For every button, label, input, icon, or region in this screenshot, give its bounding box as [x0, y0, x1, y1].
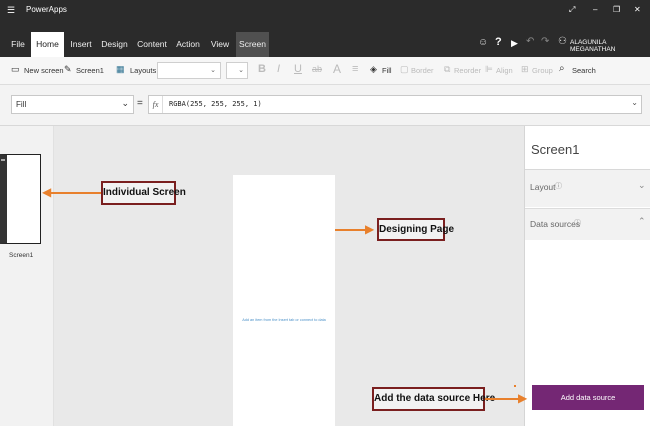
text-align-button[interactable]: ≡ [352, 63, 358, 75]
canvas-placeholder: Add an item from the Insert tab or conne… [242, 318, 326, 322]
arrowhead-left-icon: ◀ [42, 185, 52, 199]
layout-section-header[interactable]: Layout ⓘ ⌄ [525, 170, 650, 207]
redo-icon[interactable]: ↷ [541, 36, 549, 47]
app-title: PowerApps [26, 5, 67, 14]
group-icon: ⊞ [521, 64, 529, 74]
font-size-button[interactable]: A [333, 62, 341, 76]
chevron-down-icon: ⌄ [238, 67, 244, 74]
screens-pane: Screen1 [0, 126, 54, 426]
play-icon[interactable]: ▶ [511, 38, 518, 49]
tab-screen[interactable]: Screen [236, 32, 269, 57]
info-icon: ⓘ [555, 183, 562, 190]
formula-input[interactable]: fx RGBA(255, 255, 255, 1) ⌄ [148, 95, 642, 114]
arrowhead-right-icon: ▶ [365, 222, 375, 236]
annotation-arrow-data [485, 398, 522, 400]
new-screen-button[interactable]: New screen [24, 66, 64, 75]
group-button[interactable]: Group [532, 66, 553, 75]
close-icon[interactable]: ✕ [634, 5, 641, 14]
add-data-source-button[interactable]: Add data source [532, 385, 644, 410]
data-sources-section-header[interactable]: Data sources ⓘ ⌃ [525, 208, 650, 240]
font-size-select[interactable]: ⌄ [226, 62, 248, 79]
properties-title: Screen1 [531, 142, 580, 157]
annotation-arrow-screen [50, 192, 102, 194]
fill-button[interactable]: Fill [382, 66, 392, 75]
layout-label: Layout [530, 182, 556, 192]
title-bar: ☰ PowerApps ⤢ – ❐ ✕ [0, 0, 650, 22]
layouts-icon: ▦ [116, 64, 125, 74]
tab-insert[interactable]: Insert [66, 32, 96, 57]
chevron-down-icon: ⌄ [638, 180, 646, 190]
border-button[interactable]: Border [411, 66, 434, 75]
tab-content[interactable]: Content [134, 32, 170, 57]
data-sources-label: Data sources [530, 219, 581, 229]
strikethrough-button[interactable]: ab [312, 64, 322, 74]
annotation-add-data-source: Add the data source Here [372, 387, 495, 411]
annotation-individual-screen: Individual Screen [101, 181, 186, 205]
tab-design[interactable]: Design [99, 32, 130, 57]
arrowhead-right-icon: ▶ [518, 391, 528, 405]
ribbon-tabs: File Home Insert Design Content Action V… [0, 22, 650, 57]
smiley-icon[interactable]: ☺ [478, 37, 488, 48]
screen-thumbnail[interactable] [0, 154, 41, 244]
search-button[interactable]: Search [572, 66, 596, 75]
help-icon[interactable]: ? [495, 36, 502, 48]
italic-button[interactable]: I [277, 63, 280, 75]
equals-sign: = [137, 98, 143, 109]
chevron-up-icon: ⌃ [638, 216, 646, 226]
search-icon: ⌕ [559, 63, 565, 74]
tab-home[interactable]: Home [31, 32, 64, 57]
dot-marker [514, 385, 516, 387]
new-screen-icon: ▭ [11, 64, 20, 74]
reorder-icon: ⧉ [444, 64, 451, 74]
restore-icon[interactable]: ❐ [613, 5, 620, 14]
info-icon: ⓘ [574, 220, 581, 227]
annotation-designing-page: Designing Page [377, 218, 454, 241]
expand-formula-icon[interactable]: ⌄ [631, 98, 638, 107]
hamburger-icon[interactable]: ☰ [7, 5, 15, 16]
rename-icon: ✎ [64, 64, 72, 74]
tab-file[interactable]: File [6, 32, 30, 57]
tab-view[interactable]: View [207, 32, 233, 57]
user-name: ALAGUNILA MEGANATHAN [570, 39, 616, 53]
layouts-button[interactable]: Layouts [130, 66, 156, 75]
properties-pane: Screen1 Layout ⓘ ⌄ Data sources ⓘ ⌃ Add … [524, 126, 650, 426]
chevron-down-icon: ⌄ [210, 67, 216, 74]
undo-icon[interactable]: ↶ [526, 36, 534, 47]
expand-icon[interactable]: ⤢ [569, 5, 575, 15]
font-family-select[interactable]: ⌄ [157, 62, 221, 79]
fx-icon: fx [149, 96, 163, 113]
bold-button[interactable]: B [258, 63, 266, 75]
align-button[interactable]: Align [496, 66, 513, 75]
chevron-down-icon: ⌄ [121, 98, 129, 108]
formula-text: RGBA(255, 255, 255, 1) [169, 100, 262, 108]
underline-button[interactable]: U [294, 63, 302, 75]
property-value: Fill [16, 100, 27, 109]
user-icon[interactable]: ⚇ [558, 36, 567, 47]
formula-bar: Fill ⌄ = fx RGBA(255, 255, 255, 1) ⌄ [0, 85, 650, 126]
home-toolbar: ▭ New screen ✎ Screen1 ▦ Layouts ⌄ ⌄ B I… [0, 57, 650, 85]
property-dropdown[interactable]: Fill ⌄ [11, 95, 134, 114]
reorder-button[interactable]: Reorder [454, 66, 481, 75]
screen-thumbnail-label: Screen1 [9, 252, 34, 259]
tab-action[interactable]: Action [173, 32, 203, 57]
annotation-arrow-designing [335, 229, 369, 231]
fill-icon: ◈ [370, 64, 377, 74]
more-options-icon[interactable] [1, 159, 5, 161]
screen-name-button[interactable]: Screen1 [76, 66, 104, 75]
border-icon: ▢ [400, 64, 409, 74]
design-canvas-page[interactable]: Add an item from the Insert tab or conne… [233, 175, 335, 426]
align-icon: ⊫ [485, 64, 493, 74]
minimize-icon[interactable]: – [593, 5, 597, 14]
